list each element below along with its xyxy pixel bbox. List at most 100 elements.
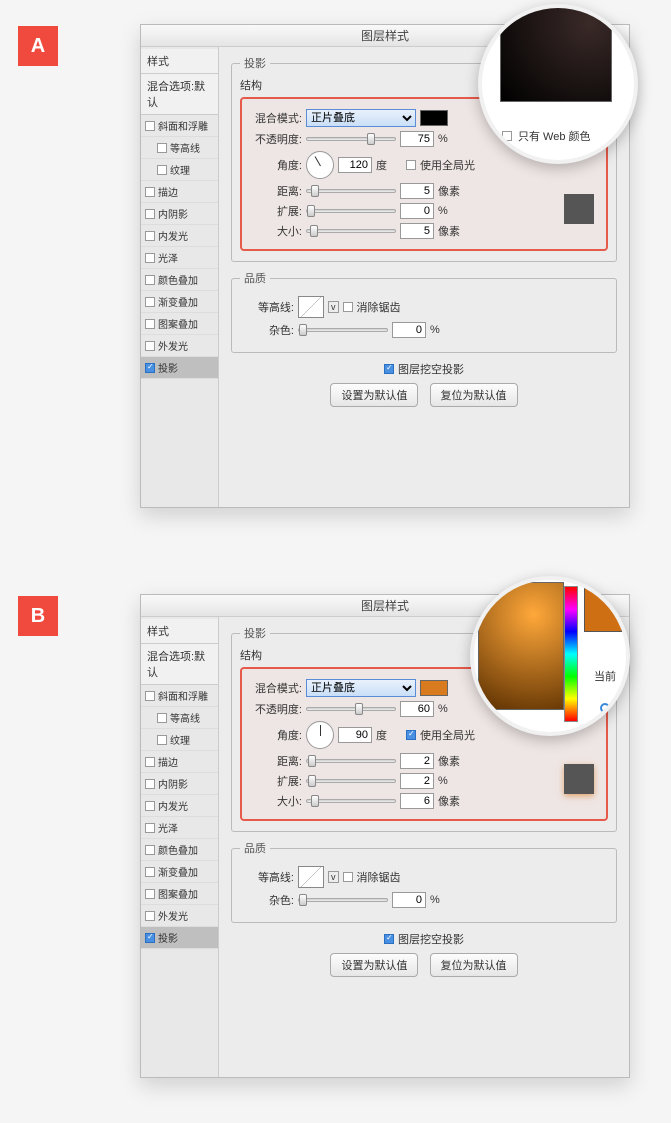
antialias-checkbox[interactable] (343, 302, 353, 312)
checkbox-icon[interactable] (145, 845, 155, 855)
sidebar-item-color-overlay[interactable]: 颜色叠加 (141, 269, 218, 291)
spread-input[interactable] (400, 773, 434, 789)
checkbox-icon[interactable] (157, 143, 167, 153)
sidebar-blend-header[interactable]: 混合选项:默认 (141, 74, 218, 115)
reset-default-button[interactable]: 复位为默认值 (430, 953, 518, 977)
shadow-color-swatch[interactable] (420, 110, 448, 126)
size-slider[interactable] (306, 229, 396, 233)
noise-input[interactable] (392, 892, 426, 908)
checkbox-icon[interactable] (145, 801, 155, 811)
global-light-checkbox[interactable] (406, 160, 416, 170)
sidebar-header[interactable]: 样式 (141, 49, 218, 74)
reset-default-button[interactable]: 复位为默认值 (430, 383, 518, 407)
spread-slider[interactable] (306, 209, 396, 213)
checkbox-icon[interactable] (157, 735, 167, 745)
checkbox-icon[interactable] (145, 911, 155, 921)
sidebar-item-drop-shadow[interactable]: 投影 (141, 927, 218, 949)
checkbox-icon[interactable] (145, 275, 155, 285)
checkbox-icon[interactable] (157, 165, 167, 175)
noise-slider[interactable] (298, 898, 388, 902)
sidebar-item-bevel[interactable]: 斜面和浮雕 (141, 685, 218, 707)
antialias-checkbox[interactable] (343, 872, 353, 882)
distance-input[interactable] (400, 183, 434, 199)
sidebar-item-pattern-overlay[interactable]: 图案叠加 (141, 883, 218, 905)
sidebar-item-gradient-overlay[interactable]: 渐变叠加 (141, 861, 218, 883)
checkbox-icon[interactable] (145, 779, 155, 789)
distance-slider[interactable] (306, 189, 396, 193)
size-input[interactable] (400, 793, 434, 809)
sidebar-item-color-overlay[interactable]: 颜色叠加 (141, 839, 218, 861)
angle-input[interactable] (338, 157, 372, 173)
contour-dropdown-icon[interactable]: v (328, 301, 339, 313)
size-slider[interactable] (306, 799, 396, 803)
sidebar-item-drop-shadow[interactable]: 投影 (141, 357, 218, 379)
sidebar-item-texture[interactable]: 纹理 (141, 729, 218, 751)
web-colors-checkbox[interactable] (502, 131, 512, 141)
checkbox-icon[interactable] (145, 757, 155, 767)
set-default-button[interactable]: 设置为默认值 (330, 383, 418, 407)
sidebar-item-contour[interactable]: 等高线 (141, 137, 218, 159)
sidebar-item-texture[interactable]: 纹理 (141, 159, 218, 181)
angle-input[interactable] (338, 727, 372, 743)
sidebar-item-stroke[interactable]: 描边 (141, 181, 218, 203)
checkbox-icon[interactable] (145, 889, 155, 899)
sidebar-item-pattern-overlay[interactable]: 图案叠加 (141, 313, 218, 335)
sidebar-item-stroke[interactable]: 描边 (141, 751, 218, 773)
checkbox-icon[interactable] (145, 341, 155, 351)
sidebar-item-bevel[interactable]: 斜面和浮雕 (141, 115, 218, 137)
angle-dial[interactable] (306, 151, 334, 179)
distance-slider[interactable] (306, 759, 396, 763)
radio-icon[interactable] (600, 703, 610, 713)
contour-picker[interactable] (298, 866, 324, 888)
sidebar-item-satin[interactable]: 光泽 (141, 247, 218, 269)
checkbox-icon[interactable] (157, 713, 167, 723)
knockout-checkbox[interactable] (384, 364, 394, 374)
blend-mode-select[interactable]: 正片叠底 (306, 679, 416, 697)
global-light-checkbox[interactable] (406, 730, 416, 740)
noise-input[interactable] (392, 322, 426, 338)
checkbox-icon[interactable] (145, 187, 155, 197)
sidebar-item-inner-shadow[interactable]: 内阴影 (141, 773, 218, 795)
sidebar-item-inner-shadow[interactable]: 内阴影 (141, 203, 218, 225)
checkbox-icon[interactable] (145, 253, 155, 263)
sidebar-item-inner-glow[interactable]: 内发光 (141, 225, 218, 247)
contour-picker[interactable] (298, 296, 324, 318)
size-input[interactable] (400, 223, 434, 239)
opacity-input[interactable] (400, 701, 434, 717)
checkbox-icon[interactable] (145, 933, 155, 943)
hue-strip[interactable] (564, 586, 578, 722)
sidebar-item-contour[interactable]: 等高线 (141, 707, 218, 729)
sidebar-item-inner-glow[interactable]: 内发光 (141, 795, 218, 817)
sidebar-item-gradient-overlay[interactable]: 渐变叠加 (141, 291, 218, 313)
sidebar-header[interactable]: 样式 (141, 619, 218, 644)
checkbox-icon[interactable] (145, 297, 155, 307)
checkbox-icon[interactable] (145, 209, 155, 219)
shadow-color-swatch[interactable] (420, 680, 448, 696)
angle-dial[interactable] (306, 721, 334, 749)
checkbox-icon[interactable] (145, 823, 155, 833)
set-default-button[interactable]: 设置为默认值 (330, 953, 418, 977)
knockout-checkbox[interactable] (384, 934, 394, 944)
checkbox-icon[interactable] (145, 867, 155, 877)
contour-dropdown-icon[interactable]: v (328, 871, 339, 883)
sidebar-item-outer-glow[interactable]: 外发光 (141, 335, 218, 357)
opacity-input[interactable] (400, 131, 434, 147)
sidebar-blend-header[interactable]: 混合选项:默认 (141, 644, 218, 685)
checkbox-icon[interactable] (145, 231, 155, 241)
opacity-slider[interactable] (306, 707, 396, 711)
noise-slider[interactable] (298, 328, 388, 332)
sidebar-item-satin[interactable]: 光泽 (141, 817, 218, 839)
spread-input[interactable] (400, 203, 434, 219)
spread-slider[interactable] (306, 779, 396, 783)
checkbox-icon[interactable] (145, 363, 155, 373)
blend-mode-select[interactable]: 正片叠底 (306, 109, 416, 127)
distance-input[interactable] (400, 753, 434, 769)
current-color-swatch[interactable] (584, 588, 622, 632)
checkbox-icon[interactable] (145, 691, 155, 701)
color-field[interactable] (478, 582, 564, 710)
sidebar-item-outer-glow[interactable]: 外发光 (141, 905, 218, 927)
checkbox-icon[interactable] (145, 319, 155, 329)
checkbox-icon[interactable] (145, 121, 155, 131)
color-field[interactable] (500, 4, 612, 102)
opacity-slider[interactable] (306, 137, 396, 141)
